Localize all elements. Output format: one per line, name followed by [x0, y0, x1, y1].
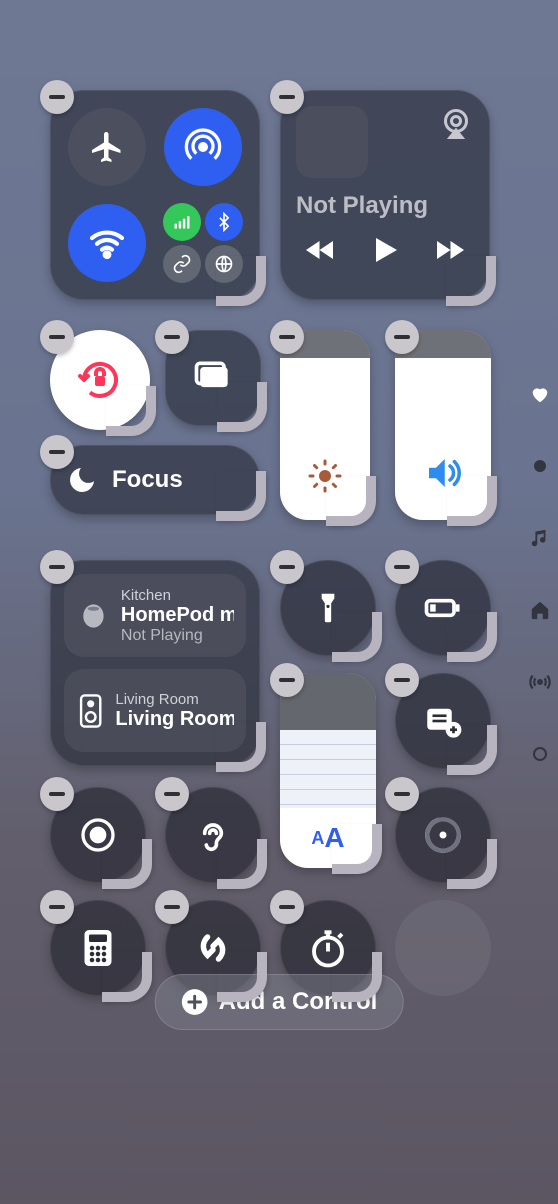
home-item-status: Not Playing: [121, 627, 234, 645]
resize-handle[interactable]: [338, 958, 382, 1002]
remove-badge[interactable]: [385, 663, 419, 697]
music-note-icon: [529, 527, 551, 549]
resize-handle[interactable]: [222, 728, 266, 772]
remove-badge[interactable]: [385, 320, 419, 354]
resize-handle[interactable]: [223, 388, 267, 432]
hearing-button[interactable]: [165, 787, 261, 883]
quick-note-button[interactable]: [395, 673, 491, 769]
remove-badge[interactable]: [40, 890, 74, 924]
remove-badge[interactable]: [270, 80, 304, 114]
airplane-mode-toggle[interactable]: [68, 108, 146, 186]
resize-handle[interactable]: [453, 845, 497, 889]
remove-badge[interactable]: [385, 550, 419, 584]
page-dot-home[interactable]: [526, 596, 554, 624]
remove-badge[interactable]: [40, 550, 74, 584]
volume-slider[interactable]: [395, 330, 491, 520]
empty-slot[interactable]: [395, 900, 491, 996]
remove-badge[interactable]: [155, 777, 189, 811]
resize-handle[interactable]: [452, 262, 496, 306]
wifi-toggle[interactable]: [68, 204, 146, 282]
album-art-placeholder: [296, 106, 368, 178]
resize-handle[interactable]: [222, 477, 266, 521]
playback-module[interactable]: Not Playing: [280, 90, 490, 300]
page-dot-connectivity[interactable]: [526, 668, 554, 696]
remove-badge[interactable]: [270, 550, 304, 584]
antenna-icon: [529, 671, 551, 693]
link-icon: [172, 254, 192, 274]
text-size-slider[interactable]: AA: [280, 673, 376, 868]
bluetooth-toggle[interactable]: [205, 203, 243, 241]
orientation-lock-button[interactable]: [50, 330, 150, 430]
resize-handle[interactable]: [108, 845, 152, 889]
remove-badge[interactable]: [40, 777, 74, 811]
remove-badge[interactable]: [40, 435, 74, 469]
wifi-icon: [87, 223, 127, 263]
resize-handle[interactable]: [338, 830, 382, 874]
bluetooth-icon: [214, 212, 234, 232]
airplay-icon: [438, 106, 474, 142]
home-item[interactable]: Kitchen HomePod m Not Playing: [64, 574, 246, 657]
airdrop-icon: [183, 127, 223, 167]
cellular-icon: [172, 212, 192, 232]
airplay-button[interactable]: [438, 106, 474, 142]
airdrop-toggle[interactable]: [164, 108, 242, 186]
home-module[interactable]: Kitchen HomePod m Not Playing Living Roo…: [50, 560, 260, 766]
moon-icon: [66, 464, 98, 496]
heart-icon: [529, 383, 551, 405]
airplane-icon: [89, 129, 125, 165]
playback-title: Not Playing: [296, 192, 474, 220]
remove-badge[interactable]: [155, 320, 189, 354]
screen-record-button[interactable]: [50, 787, 146, 883]
page-dot-favorites[interactable]: [526, 380, 554, 408]
remove-badge[interactable]: [270, 890, 304, 924]
resize-handle[interactable]: [338, 618, 382, 662]
home-item-title: HomePod m: [121, 604, 234, 627]
resize-handle[interactable]: [453, 482, 497, 526]
resize-handle[interactable]: [453, 618, 497, 662]
connectivity-module[interactable]: [50, 90, 260, 300]
resize-handle[interactable]: [223, 958, 267, 1002]
brightness-slider[interactable]: [280, 330, 370, 520]
focus-label: Focus: [112, 466, 183, 494]
page-indicator[interactable]: [526, 380, 554, 768]
resize-handle[interactable]: [453, 731, 497, 775]
calculator-button[interactable]: [50, 900, 146, 996]
speaker-device-icon: [76, 693, 105, 729]
resize-handle[interactable]: [332, 482, 376, 526]
home-icon: [529, 599, 551, 621]
resize-handle[interactable]: [108, 958, 152, 1002]
remove-badge[interactable]: [270, 663, 304, 697]
play-button[interactable]: [367, 232, 403, 268]
page-dot-current[interactable]: [526, 452, 554, 480]
focus-button[interactable]: Focus: [50, 445, 260, 515]
remove-badge[interactable]: [270, 320, 304, 354]
page-dot-extra[interactable]: [526, 740, 554, 768]
resize-handle[interactable]: [223, 845, 267, 889]
remove-badge[interactable]: [40, 80, 74, 114]
resize-handle[interactable]: [222, 262, 266, 306]
homepod-icon: [76, 598, 111, 634]
resize-handle[interactable]: [112, 392, 156, 436]
timer-button[interactable]: [395, 787, 491, 883]
hotspot-toggle[interactable]: [163, 245, 201, 283]
remove-badge[interactable]: [385, 777, 419, 811]
cellular-toggle[interactable]: [163, 203, 201, 241]
remove-badge[interactable]: [155, 890, 189, 924]
flashlight-button[interactable]: [280, 560, 376, 656]
plus-circle-icon: [181, 988, 209, 1016]
play-icon: [367, 232, 403, 268]
home-item-room: Living Room: [115, 691, 234, 708]
page-dot-music[interactable]: [526, 524, 554, 552]
home-item-room: Kitchen: [121, 587, 234, 604]
remove-badge[interactable]: [40, 320, 74, 354]
rewind-icon: [303, 232, 339, 268]
prev-track-button[interactable]: [303, 232, 339, 268]
screen-mirror-button[interactable]: [165, 330, 261, 426]
low-power-button[interactable]: [395, 560, 491, 656]
